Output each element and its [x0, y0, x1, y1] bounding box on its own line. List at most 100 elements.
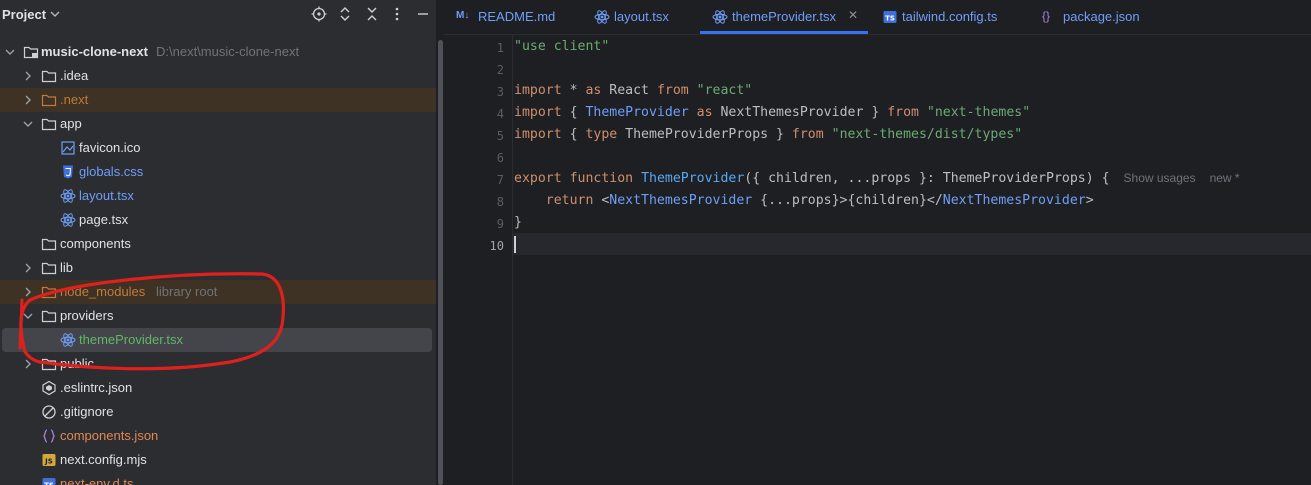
line-number: 7: [496, 173, 504, 187]
code-token: function: [569, 171, 634, 186]
css-file-icon: [63, 165, 73, 179]
tree-label: music-clone-next: [41, 44, 148, 59]
tree-label: .eslintrc.json: [60, 380, 133, 395]
chevron-down-icon[interactable]: [22, 310, 34, 322]
project-view-selector[interactable]: Project: [2, 7, 46, 22]
editor-tab-bar: M↓ README.md layout.tsx themeProvider.ts…: [444, 0, 1311, 35]
tree-row-components[interactable]: components: [0, 232, 436, 256]
text-caret: [514, 236, 516, 253]
excluded-folder-icon: [41, 286, 57, 299]
code-editor[interactable]: "use client" import * as React from "reac…: [513, 35, 1311, 485]
line-number: 8: [496, 195, 504, 209]
code-token: }: [514, 215, 522, 230]
code-token: type: [585, 127, 618, 142]
tree-label: lib: [60, 260, 74, 275]
tree-row-theme-provider[interactable]: themeProvider.tsx: [2, 328, 432, 352]
react-file-icon: [60, 333, 76, 347]
tab-label: tailwind.config.ts: [902, 9, 998, 24]
chevron-down-icon[interactable]: [4, 46, 16, 58]
chevron-down-icon[interactable]: [49, 8, 61, 20]
tree-row-idea[interactable]: .idea: [0, 64, 436, 88]
tab-label: package.json: [1063, 9, 1140, 24]
tree-path-hint: D:\next\music-clone-next: [156, 44, 300, 59]
collapse-all-icon[interactable]: [364, 6, 380, 22]
line-number: 4: [496, 107, 504, 121]
react-file-icon: [60, 213, 76, 227]
code-token: from: [791, 127, 824, 142]
code-token: import: [514, 105, 562, 120]
library-root-hint: library root: [156, 284, 218, 299]
code-token: ThemeProviderProps }: [617, 127, 792, 142]
more-options-icon[interactable]: [389, 6, 405, 22]
tree-row-favicon[interactable]: favicon.ico: [0, 136, 436, 160]
tab-tailwind-config[interactable]: TS tailwind.config.ts: [882, 0, 1032, 34]
tree-row-eslintrc[interactable]: .eslintrc.json: [0, 376, 436, 400]
tab-theme-provider[interactable]: themeProvider.tsx ✕: [700, 0, 868, 34]
chevron-right-icon[interactable]: [22, 70, 34, 82]
line-number: 3: [496, 85, 504, 99]
tree-row-globals-css[interactable]: globals.css: [0, 160, 436, 184]
tree-row-layout-tsx[interactable]: layout.tsx: [0, 184, 436, 208]
tree-row-providers[interactable]: providers: [0, 304, 436, 328]
code-token: ThemeProvider: [641, 171, 745, 186]
folder-icon: [41, 118, 57, 131]
code-line: import { ThemeProvider as NextThemesProv…: [514, 105, 1030, 120]
code-token: "use client": [514, 39, 610, 54]
code-token: from: [887, 105, 919, 120]
code-line: import { type ThemeProviderProps } from …: [514, 127, 1022, 142]
project-panel-header: Project: [0, 0, 436, 30]
json-braces-icon: {}: [1042, 9, 1051, 23]
close-icon[interactable]: ✕: [848, 8, 858, 22]
tab-layout[interactable]: layout.tsx: [594, 0, 694, 34]
tree-label: providers: [60, 308, 114, 323]
chevron-right-icon[interactable]: [22, 94, 34, 106]
show-usages-hint[interactable]: Show usages: [1124, 171, 1196, 185]
code-token: "next-themes": [926, 105, 1031, 120]
tree-row-app[interactable]: app: [0, 112, 436, 136]
tree-label: globals.css: [79, 164, 144, 179]
code-token: NextThemesProvider }: [712, 105, 888, 120]
line-number: 5: [496, 129, 504, 143]
tab-readme[interactable]: M↓ README.md: [456, 0, 586, 34]
hide-panel-icon[interactable]: [415, 6, 431, 22]
tree-row-components-json[interactable]: components.json: [0, 424, 436, 448]
eslint-file-icon: [42, 380, 56, 396]
tree-row-lib[interactable]: lib: [0, 256, 436, 280]
tree-label: components.json: [60, 428, 159, 443]
expand-all-icon[interactable]: [337, 6, 353, 22]
author-hint[interactable]: new *: [1210, 171, 1240, 185]
tab-package-json[interactable]: {} package.json: [1042, 0, 1162, 34]
tree-label: next-env.d.ts: [60, 476, 134, 485]
tree-row-next-env[interactable]: TS next-env.d.ts: [0, 472, 436, 485]
locate-target-icon[interactable]: [311, 6, 327, 22]
tree-row-node-modules[interactable]: node_modules library root: [0, 280, 436, 304]
tree-row-next[interactable]: .next: [0, 88, 436, 112]
code-token: NextThemesProvider: [942, 193, 1086, 208]
tree-label: components: [60, 236, 131, 251]
tab-label: themeProvider.tsx: [732, 9, 837, 24]
markdown-icon: M↓: [456, 10, 470, 21]
chevron-right-icon[interactable]: [22, 286, 34, 298]
code-token: ({ children, ...props }: ThemeProviderPr…: [744, 171, 1110, 186]
code-line: }: [514, 215, 522, 230]
chevron-down-icon[interactable]: [22, 118, 34, 130]
folder-icon: [41, 262, 57, 275]
tree-row-public[interactable]: public: [0, 352, 436, 376]
code-token: {...props}>{children}</: [752, 193, 943, 208]
tree-row-page-tsx[interactable]: page.tsx: [0, 208, 436, 232]
json-file-icon: [43, 429, 55, 443]
tree-label: page.tsx: [79, 212, 129, 227]
module-folder-icon: [23, 46, 39, 59]
tree-label: .gitignore: [60, 404, 114, 419]
tree-label: next.config.mjs: [60, 452, 147, 467]
chevron-right-icon[interactable]: [22, 358, 34, 370]
project-tree-scrollbar[interactable]: [438, 40, 443, 485]
tree-row-project-root[interactable]: music-clone-next D:\next\music-clone-nex…: [0, 40, 436, 64]
code-token: ThemeProvider: [585, 105, 689, 120]
tree-row-gitignore[interactable]: .gitignore: [0, 400, 436, 424]
chevron-right-icon[interactable]: [22, 262, 34, 274]
tree-row-next-config[interactable]: JS next.config.mjs: [0, 448, 436, 472]
code-token: as: [696, 105, 713, 120]
